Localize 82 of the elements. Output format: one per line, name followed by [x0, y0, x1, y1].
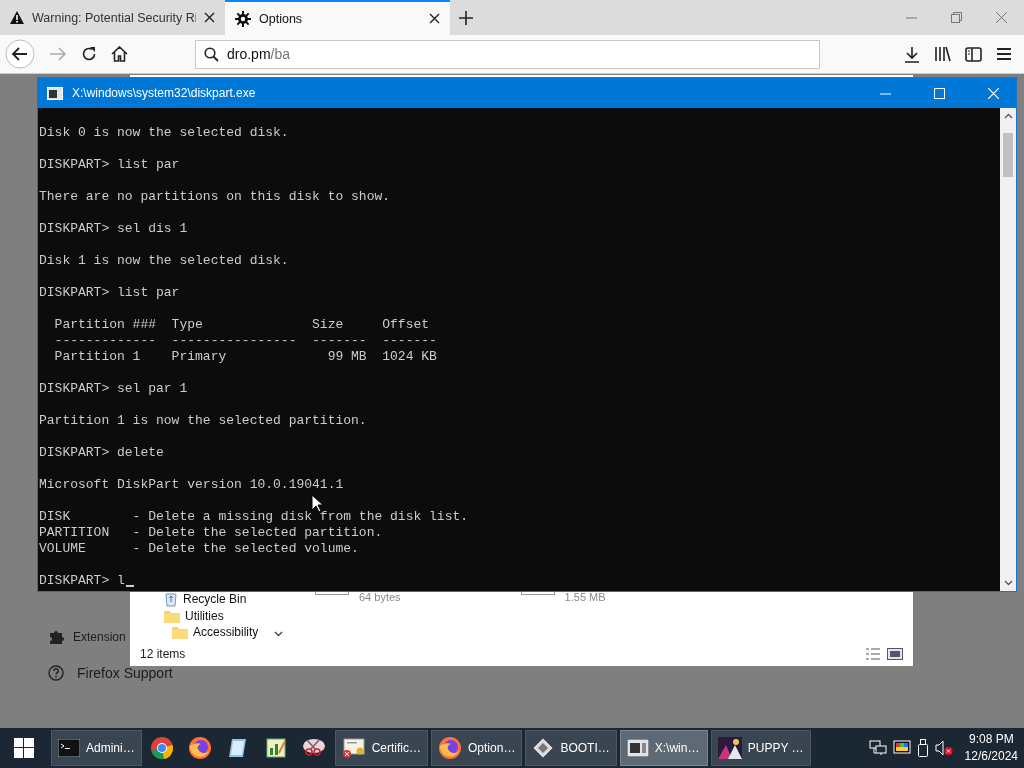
chart-icon [265, 737, 288, 759]
taskbar-button[interactable]: PUPPY … [710, 730, 811, 766]
settings-icon [235, 10, 251, 27]
options-link[interactable]: Firefox Support [48, 665, 173, 681]
console-line: DISKPART> sel par 1 [39, 381, 189, 397]
url-path: /ba [270, 46, 291, 62]
sidebar-icon[interactable] [965, 46, 982, 62]
console-line: Partition 1 Primary 99 MB 1024 KB [53, 349, 438, 365]
certificate-icon [341, 737, 366, 759]
maximize-icon[interactable] [934, 87, 945, 99]
nav-item[interactable]: Recycle Bin [164, 591, 271, 607]
reload-icon[interactable] [81, 46, 97, 62]
puzzle-icon [48, 629, 64, 645]
chevron-down-icon[interactable] [273, 631, 283, 637]
library-icon[interactable] [934, 46, 951, 62]
options-link[interactable]: Extension [48, 629, 126, 645]
download-icon[interactable] [904, 45, 920, 63]
nav-item[interactable]: Accessibility [172, 625, 271, 639]
window-title: X:\windows\system32\diskpart.exe [72, 86, 256, 100]
large-icons-view-icon[interactable] [887, 648, 903, 660]
chevron-down-icon[interactable] [1003, 580, 1013, 586]
console-line: PARTITION - Delete the selected partition. [39, 525, 384, 541]
console-line: Disk 1 is now the selected disk. [39, 253, 290, 269]
browser-tab[interactable]: Warning: Potential Security Ri [0, 0, 225, 35]
console-line: Partition 1 is now the selected partition. [39, 413, 368, 429]
scissors-icon [302, 737, 327, 759]
clock-date: 12/6/2024 [964, 748, 1018, 765]
console-line: DISKPART> list par [39, 157, 181, 173]
new-tab-icon[interactable] [459, 10, 473, 25]
taskbar-button[interactable]: X:\win… [619, 730, 708, 766]
console-line: DISKPART> list par [39, 285, 181, 301]
console-line: VOLUME - Delete the selected volume. [39, 541, 360, 557]
console-line: DISKPART> delete [39, 445, 165, 461]
mouse-pointer-icon [311, 494, 323, 513]
home-icon[interactable] [111, 46, 128, 62]
network-icon[interactable] [868, 740, 887, 756]
browser-tab[interactable]: Options [225, 0, 450, 35]
taskbar-button[interactable]: Certific… [334, 730, 429, 766]
windows-logo-icon [14, 738, 34, 758]
help-icon [48, 665, 64, 681]
taskbar-button[interactable]: Option… [431, 730, 523, 766]
firefox-icon [188, 736, 213, 760]
restore-icon[interactable] [951, 12, 962, 23]
firefox-icon [438, 736, 463, 760]
url-host: dro.pm [227, 46, 271, 62]
console-line: DISK - Delete a missing disk from the disk list. [39, 509, 470, 525]
folder-icon [172, 625, 188, 639]
scroll-thumb[interactable] [1003, 133, 1013, 177]
scrollbar[interactable] [1000, 108, 1016, 591]
folder-icon [164, 609, 180, 623]
item-count: 12 items [140, 647, 186, 661]
file-size: 64 bytes [359, 591, 401, 604]
console-line: DISKPART> sel dis 1 [39, 221, 189, 237]
clock-time: 9:08 PM [968, 731, 1014, 748]
console-line: There are no partitions on this disk to show. [39, 189, 392, 205]
file-size: 1.55 MB [564, 591, 606, 604]
warning-icon [10, 11, 24, 24]
console-window-icon [47, 86, 63, 100]
nav-item[interactable]: Utilities [164, 609, 271, 623]
console-window-icon [626, 739, 649, 757]
chrome-icon [150, 736, 175, 760]
back-icon[interactable] [5, 39, 35, 69]
close-icon[interactable] [429, 13, 440, 24]
console-line: DISKPART> l [39, 573, 125, 589]
console-line: Microsoft DiskPart version 10.0.19041.1 [39, 477, 345, 493]
console-icon [58, 739, 80, 757]
display-icon[interactable] [892, 740, 911, 756]
address-field[interactable]: dro.pm/ba [195, 39, 820, 69]
console-line: Disk 0 is now the selected disk. [39, 125, 290, 141]
console-line: ------------- ---------------- ------- ------- [53, 333, 438, 349]
text-cursor [125, 585, 134, 587]
console-line: Partition ### Type Size Offset [53, 317, 431, 333]
speaker-muted-icon[interactable] [934, 740, 953, 756]
chevron-up-icon[interactable] [1003, 113, 1013, 119]
close-icon[interactable] [204, 12, 215, 23]
taskbar-button[interactable]: BOOTI… [525, 730, 617, 766]
taskbar-button[interactable]: Admini… [51, 730, 142, 766]
recycle-bin-icon [164, 591, 178, 607]
menu-icon[interactable] [996, 47, 1012, 61]
search-icon [204, 46, 219, 62]
clock[interactable]: 9:08 PM 12/6/2024 [964, 731, 1018, 765]
usb-drive-icon[interactable] [916, 739, 929, 757]
